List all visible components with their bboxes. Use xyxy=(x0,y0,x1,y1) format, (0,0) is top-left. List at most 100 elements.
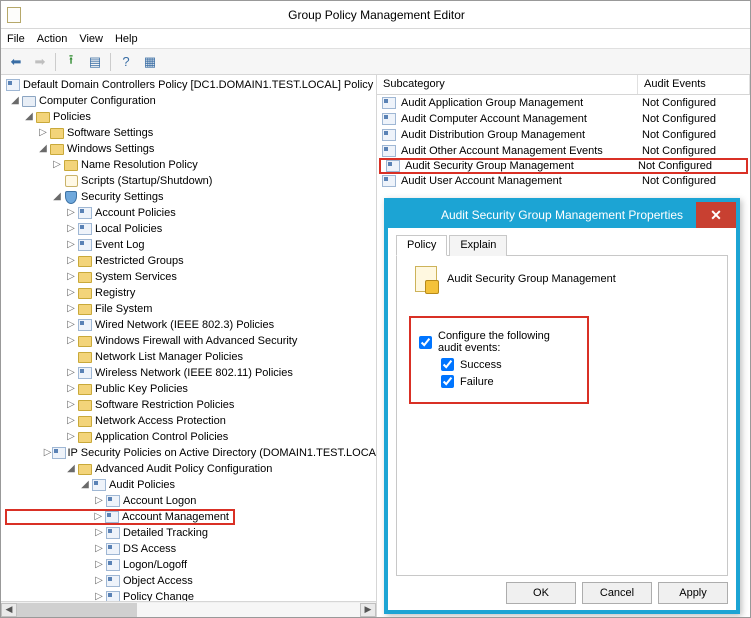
close-button[interactable]: ✕ xyxy=(696,202,736,228)
properties-icon[interactable]: ▦ xyxy=(139,52,161,72)
failure-checkbox[interactable]: Failure xyxy=(441,375,575,388)
tree-item-account-management[interactable]: ▷Account Management xyxy=(5,509,235,525)
expand-icon[interactable]: ▷ xyxy=(93,493,105,509)
expand-icon[interactable]: ▷ xyxy=(65,429,77,445)
dialog-title-bar[interactable]: Audit Security Group Management Properti… xyxy=(388,202,736,228)
collapse-icon[interactable]: ◢ xyxy=(37,141,49,157)
expand-icon[interactable]: ▷ xyxy=(65,221,77,237)
success-check-input[interactable] xyxy=(441,358,454,371)
tree-item[interactable]: ▷Network Access Protection xyxy=(5,413,376,429)
tree-item[interactable]: ◢Windows Settings xyxy=(5,141,376,157)
menu-help[interactable]: Help xyxy=(115,33,138,45)
list-item[interactable]: Audit User Account ManagementNot Configu… xyxy=(377,173,750,189)
list-item[interactable]: Audit Other Account Management EventsNot… xyxy=(377,143,750,159)
expand-icon[interactable]: ▷ xyxy=(93,557,105,573)
list-item[interactable]: Audit Distribution Group ManagementNot C… xyxy=(377,127,750,143)
scroll-track[interactable] xyxy=(17,603,360,617)
success-checkbox[interactable]: Success xyxy=(441,358,575,371)
tree-item[interactable]: ▷Event Log xyxy=(5,237,376,253)
tree-item[interactable]: ▷Public Key Policies xyxy=(5,381,376,397)
expand-icon[interactable]: ▷ xyxy=(93,573,105,589)
tree-item[interactable]: ◢Audit Policies xyxy=(5,477,376,493)
cancel-button[interactable]: Cancel xyxy=(582,582,652,604)
tree-item[interactable]: Network List Manager Policies xyxy=(5,349,376,365)
expand-icon[interactable]: ▷ xyxy=(65,285,77,301)
col-subcategory[interactable]: Subcategory xyxy=(377,75,638,94)
collapse-icon[interactable]: ◢ xyxy=(79,477,91,493)
tree-item[interactable]: ▷DS Access xyxy=(5,541,376,557)
show-hide-tree-icon[interactable]: ▤ xyxy=(84,52,106,72)
expand-icon[interactable]: ▷ xyxy=(65,317,77,333)
list-item-audit-security-group[interactable]: Audit Security Group ManagementNot Confi… xyxy=(379,158,748,174)
scroll-left-icon[interactable]: ◀ xyxy=(1,603,17,617)
tree-item[interactable]: ◢Policies xyxy=(5,109,376,125)
tree-item[interactable]: ▷Detailed Tracking xyxy=(5,525,376,541)
tab-policy[interactable]: Policy xyxy=(396,235,447,256)
expand-icon[interactable]: ▷ xyxy=(51,157,63,173)
tree-item[interactable]: ▷Account Policies xyxy=(5,205,376,221)
expand-icon[interactable]: ▷ xyxy=(65,269,77,285)
configure-checkbox[interactable]: Configure the following audit events: xyxy=(419,330,575,354)
expand-icon[interactable]: ▷ xyxy=(65,413,77,429)
tree-item[interactable]: ▷IP Security Policies on Active Director… xyxy=(5,445,376,461)
expand-icon[interactable]: ▷ xyxy=(93,541,105,557)
help-icon[interactable]: ? xyxy=(115,52,137,72)
tree-item[interactable]: ▷Restricted Groups xyxy=(5,253,376,269)
nav-forward-icon[interactable]: ➡ xyxy=(29,52,51,72)
expand-icon[interactable]: ▷ xyxy=(65,397,77,413)
list-item[interactable]: Audit Computer Account ManagementNot Con… xyxy=(377,111,750,127)
tree-item-label: Registry xyxy=(95,285,135,301)
scroll-right-icon[interactable]: ▶ xyxy=(360,603,376,617)
collapse-icon[interactable]: ◢ xyxy=(65,461,77,477)
tree-pane[interactable]: Default Domain Controllers Policy [DC1.D… xyxy=(1,75,377,617)
menu-action[interactable]: Action xyxy=(37,33,68,45)
tree-item[interactable]: ▷Logon/Logoff xyxy=(5,557,376,573)
tree-item[interactable]: ▷File System xyxy=(5,301,376,317)
tree-item[interactable]: ▷Software Restriction Policies xyxy=(5,397,376,413)
h-scrollbar[interactable]: ◀ ▶ xyxy=(1,601,376,617)
expand-icon[interactable]: ▷ xyxy=(44,445,52,461)
tree-item[interactable]: ▷Account Logon xyxy=(5,493,376,509)
collapse-icon[interactable]: ◢ xyxy=(23,109,35,125)
failure-check-input[interactable] xyxy=(441,375,454,388)
tree-item[interactable]: Scripts (Startup/Shutdown) xyxy=(5,173,376,189)
collapse-icon[interactable]: ◢ xyxy=(9,93,21,109)
up-level-icon[interactable]: ⭱ xyxy=(60,52,82,72)
configure-check-input[interactable] xyxy=(419,336,432,349)
expand-icon[interactable]: ▷ xyxy=(65,381,77,397)
tree-item[interactable]: ▷Local Policies xyxy=(5,221,376,237)
policy-icon xyxy=(52,446,66,460)
tree-item[interactable]: ◢Computer Configuration xyxy=(5,93,376,109)
expand-icon[interactable]: ▷ xyxy=(92,509,104,525)
expand-icon[interactable]: ▷ xyxy=(65,365,77,381)
tree-item[interactable]: ▷Windows Firewall with Advanced Security xyxy=(5,333,376,349)
col-audit-events[interactable]: Audit Events xyxy=(638,75,750,94)
apply-button[interactable]: Apply xyxy=(658,582,728,604)
expand-icon[interactable]: ▷ xyxy=(65,301,77,317)
collapse-icon[interactable]: ◢ xyxy=(51,189,63,205)
scroll-thumb[interactable] xyxy=(17,603,137,617)
tree-item[interactable]: ▷Wireless Network (IEEE 802.11) Policies xyxy=(5,365,376,381)
tab-explain[interactable]: Explain xyxy=(449,235,507,256)
tree-item[interactable]: ▷ Registry xyxy=(5,285,376,301)
expand-icon[interactable]: ▷ xyxy=(65,333,77,349)
tree-item[interactable]: ▷Software Settings xyxy=(5,125,376,141)
menu-file[interactable]: File xyxy=(7,33,25,45)
tree-item[interactable]: ▷Application Control Policies xyxy=(5,429,376,445)
tree-root[interactable]: Default Domain Controllers Policy [DC1.D… xyxy=(5,77,376,93)
list-item[interactable]: Audit Application Group ManagementNot Co… xyxy=(377,95,750,111)
tree-item[interactable]: ◢Advanced Audit Policy Configuration xyxy=(5,461,376,477)
expand-icon[interactable]: ▷ xyxy=(65,237,77,253)
ok-button[interactable]: OK xyxy=(506,582,576,604)
expand-icon[interactable]: ▷ xyxy=(65,253,77,269)
tree-item[interactable]: ▷Object Access xyxy=(5,573,376,589)
nav-back-icon[interactable]: ⬅ xyxy=(5,52,27,72)
expand-icon[interactable]: ▷ xyxy=(37,125,49,141)
tree-item[interactable]: ▷System Services xyxy=(5,269,376,285)
tree-item[interactable]: ▷Name Resolution Policy xyxy=(5,157,376,173)
menu-view[interactable]: View xyxy=(79,33,103,45)
expand-icon[interactable]: ▷ xyxy=(93,525,105,541)
tree-item[interactable]: ▷Wired Network (IEEE 802.3) Policies xyxy=(5,317,376,333)
tree-item[interactable]: ◢Security Settings xyxy=(5,189,376,205)
expand-icon[interactable]: ▷ xyxy=(65,205,77,221)
